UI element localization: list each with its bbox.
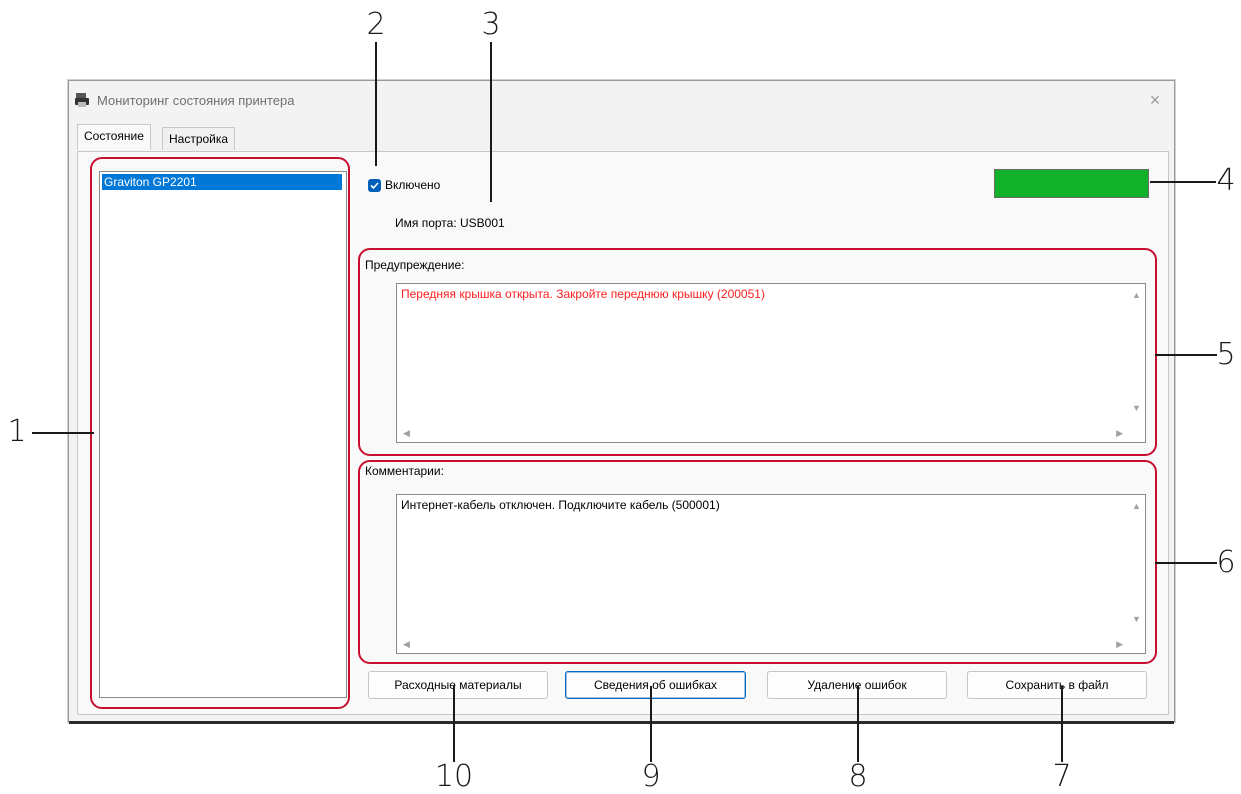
window-title: Мониторинг состояния принтера — [97, 93, 295, 108]
error-info-button[interactable]: Сведения об ошибках — [565, 671, 746, 699]
horizontal-scrollbar[interactable]: ◀ ▶ — [397, 637, 1127, 653]
horizontal-scrollbar[interactable]: ◀ ▶ — [397, 426, 1127, 442]
callout-4: 4 — [1216, 163, 1236, 198]
scroll-left-icon[interactable]: ◀ — [403, 640, 410, 649]
scroll-down-icon[interactable]: ▼ — [1132, 615, 1141, 624]
callout-6: 6 — [1216, 545, 1236, 580]
scroll-right-icon[interactable]: ▶ — [1116, 429, 1123, 438]
window-border — [69, 721, 1174, 724]
callout-9: 9 — [641, 759, 661, 794]
vertical-scrollbar[interactable]: ▲ ▼ — [1127, 495, 1145, 637]
callout-10: 10 — [434, 759, 474, 794]
callout-line-3 — [490, 42, 492, 202]
warning-label: Предупреждение: — [365, 258, 465, 272]
callout-2: 2 — [366, 7, 386, 42]
tab-settings[interactable]: Настройка — [162, 127, 236, 150]
warning-textbox[interactable]: Передняя крышка открыта. Закройте передн… — [396, 283, 1146, 443]
scroll-left-icon[interactable]: ◀ — [403, 429, 410, 438]
warning-text: Передняя крышка открыта. Закройте передн… — [401, 287, 765, 301]
status-indicator — [994, 169, 1149, 198]
scroll-up-icon[interactable]: ▲ — [1132, 502, 1141, 511]
save-to-file-button[interactable]: Сохранить в файл — [967, 671, 1147, 699]
comments-textbox[interactable]: Интернет-кабель отключен. Подключите каб… — [396, 494, 1146, 654]
callout-line-8 — [857, 686, 859, 762]
title-bar[interactable]: Мониторинг состояния принтера × — [69, 81, 1174, 119]
callout-line-10 — [453, 686, 455, 762]
scroll-down-icon[interactable]: ▼ — [1132, 404, 1141, 413]
scroll-right-icon[interactable]: ▶ — [1116, 640, 1123, 649]
close-icon[interactable]: × — [1144, 89, 1166, 111]
callout-line-7 — [1061, 686, 1063, 762]
checkmark-icon — [370, 182, 379, 190]
printer-list[interactable]: Graviton GP2201 — [99, 171, 347, 698]
callout-7: 7 — [1052, 759, 1072, 794]
callout-3: 3 — [481, 7, 501, 42]
list-item[interactable]: Graviton GP2201 — [102, 174, 342, 190]
scroll-up-icon[interactable]: ▲ — [1132, 291, 1141, 300]
comments-text: Интернет-кабель отключен. Подключите каб… — [401, 498, 720, 512]
consumables-button[interactable]: Расходные материалы — [368, 671, 548, 699]
callout-line-6 — [1155, 562, 1217, 564]
callout-line-5 — [1155, 354, 1217, 356]
enabled-checkbox-label[interactable]: Включено — [385, 178, 440, 192]
printer-monitor-window: Мониторинг состояния принтера × Состояни… — [68, 80, 1175, 724]
port-name-label: Имя порта: USB001 — [395, 216, 505, 230]
callout-5: 5 — [1216, 337, 1236, 372]
enabled-checkbox[interactable] — [368, 179, 381, 192]
callout-line-1 — [32, 432, 94, 434]
comments-label: Комментарии: — [365, 464, 444, 478]
printer-app-icon — [75, 93, 89, 107]
vertical-scrollbar[interactable]: ▲ ▼ — [1127, 284, 1145, 426]
callout-line-9 — [650, 686, 652, 762]
tab-status[interactable]: Состояние — [77, 124, 151, 150]
callout-line-4 — [1150, 181, 1216, 183]
callout-1: 1 — [7, 414, 27, 449]
callout-line-2 — [375, 42, 377, 166]
callout-8: 8 — [848, 759, 868, 794]
